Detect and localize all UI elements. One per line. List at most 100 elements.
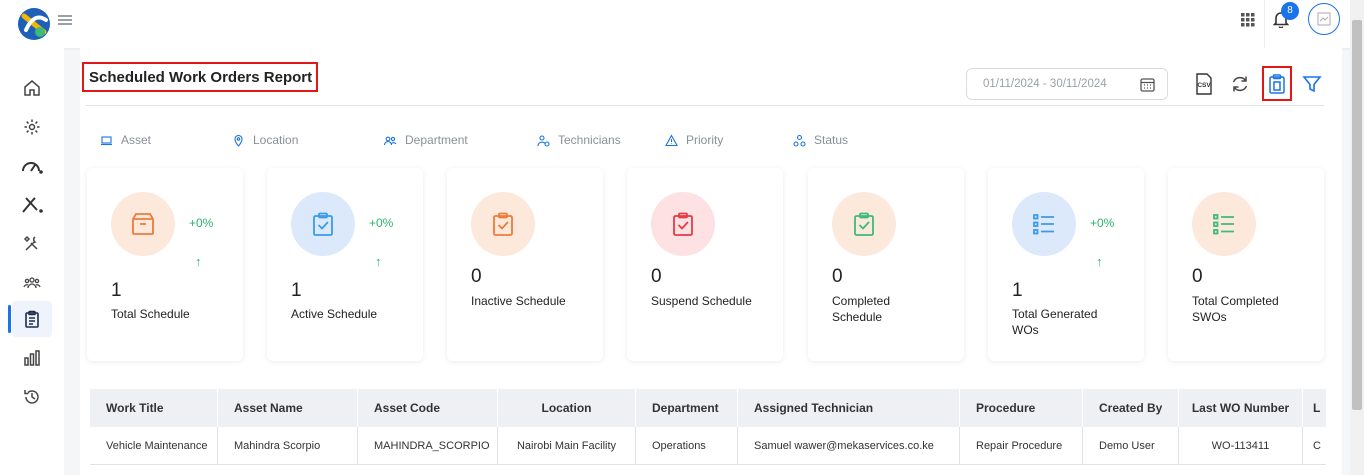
team-icon [23,277,41,289]
card-label: Suspend Schedule [651,294,752,308]
column-header[interactable]: Work Title [90,389,218,427]
date-range-value: 01/11/2024 - 30/11/2024 [983,78,1107,90]
report-clipboard-button[interactable] [1262,66,1292,101]
column-header[interactable]: Last WO Number [1179,389,1303,427]
filter-priority[interactable]: Priority [665,133,723,147]
clipboard-check-icon [291,192,355,256]
notification-badge: 8 [1281,2,1299,20]
column-header[interactable]: Asset Name [218,389,358,427]
list-icon [1012,192,1076,256]
card-label: Total Completed SWOs [1192,294,1279,324]
sidebar-item-analytics[interactable] [12,340,52,376]
column-header[interactable]: Assigned Technician [738,389,960,427]
card-count: 1 [111,280,122,301]
card-active-schedule: +0% ↑ 1 Active Schedule [267,168,423,361]
table-header: Work Title Asset Name Asset Code Locatio… [90,389,1326,427]
sidebar-item-reports[interactable] [8,301,52,337]
column-header[interactable]: L [1303,389,1326,427]
warning-triangle-icon [665,133,678,146]
refresh-icon [1232,76,1248,92]
change-percent: +0% [369,216,394,230]
sidebar-item-dashboard[interactable] [12,148,52,184]
svg-text:CSV: CSV [1197,82,1211,89]
sidebar-item-maintenance[interactable] [12,187,52,223]
filter-department[interactable]: Department [383,133,468,147]
gear-icon [24,119,40,135]
sidebar-item-history[interactable] [12,379,52,415]
change-percent: +0% [1090,216,1115,230]
user-avatar[interactable] [1308,3,1340,35]
scheduled-work-orders-table: Work Title Asset Name Asset Code Locatio… [90,389,1326,475]
card-count: 0 [651,266,662,287]
sidebar [0,48,64,475]
clipboard-check-icon [471,192,535,256]
page-title: Scheduled Work Orders Report [89,68,313,86]
sidebar-item-home[interactable] [12,70,52,106]
date-range-picker[interactable]: 01/11/2024 - 30/11/2024 [966,68,1168,100]
card-total-completed-swos: 0 Total Completed SWOs [1168,168,1324,361]
calendar-icon[interactable] [1140,77,1155,92]
csv-export-button[interactable]: CSV [1192,72,1216,96]
card-suspend-schedule: 0 Suspend Schedule [627,168,783,361]
technician-icon [537,134,550,147]
refresh-button[interactable] [1228,72,1252,96]
app-logo[interactable] [16,6,52,42]
location-pin-icon [234,134,243,147]
bar-chart-icon [24,350,40,366]
funnel-icon [1302,76,1322,93]
up-arrow-icon: ↑ [195,254,202,269]
up-arrow-icon: ↑ [375,254,382,269]
laptop-icon [101,135,112,145]
clipboard-icon [25,310,39,328]
page-scrollbar[interactable] [1350,0,1364,475]
scrollbar-thumb[interactable] [1352,20,1362,410]
sidebar-item-work-orders[interactable] [12,226,52,262]
filter-button[interactable] [1300,72,1324,96]
change-percent: +0% [189,216,214,230]
table-cell: Operations [636,427,738,465]
card-completed-schedule: 0 Completed Schedule [808,168,964,361]
card-label: Inactive Schedule [471,294,566,308]
filter-status[interactable]: Status [793,133,848,147]
history-icon [24,390,39,404]
table-cell: Repair Procedure [960,427,1083,465]
column-header[interactable]: Procedure [960,389,1083,427]
card-count: 1 [291,280,302,301]
filter-technicians[interactable]: Technicians [537,133,621,147]
card-count: 0 [832,266,843,287]
clipboard-check-icon [651,192,715,256]
card-label: Active Schedule [291,307,378,321]
clipboard-copy-icon [1269,73,1285,94]
filter-location[interactable]: Location [232,133,298,147]
menu-toggle-icon[interactable] [58,13,72,27]
column-header[interactable]: Department [636,389,738,427]
column-header[interactable]: Asset Code [358,389,498,427]
card-inactive-schedule: 0 Inactive Schedule [447,168,603,361]
gauge-icon [22,162,43,174]
column-header[interactable]: Location [498,389,636,427]
card-count: 0 [1192,266,1203,287]
filter-asset[interactable]: Asset [100,133,151,147]
card-total-generated-wos: +0% ↑ 1 Total Generated WOs [988,168,1144,361]
list-icon [1192,192,1256,256]
clipboard-check-icon [832,192,896,256]
apps-grid-icon[interactable] [1241,13,1255,32]
top-bar: 8 [0,0,1364,48]
users-icon [383,136,397,145]
table-cell: WO-113411 [1179,427,1303,465]
header-divider-line [86,105,1324,106]
table-row[interactable]: Vehicle Maintenance Mahindra Scorpio MAH… [90,427,1326,465]
page-title-box: Scheduled Work Orders Report [82,62,318,92]
sidebar-item-settings[interactable] [12,109,52,145]
table-cell: Demo User [1083,427,1179,465]
wrench-screwdriver-icon [23,235,38,251]
column-header[interactable]: Created By [1083,389,1179,427]
status-icon [793,134,806,147]
card-label: Total Schedule [111,307,190,321]
csv-file-icon: CSV [1196,73,1212,95]
header-divider [1264,0,1265,48]
sidebar-item-teams[interactable] [12,265,52,301]
tools-icon [22,197,43,213]
main-content: Scheduled Work Orders Report 01/11/2024 … [80,48,1342,475]
table-cell: Vehicle Maintenance [90,427,218,465]
